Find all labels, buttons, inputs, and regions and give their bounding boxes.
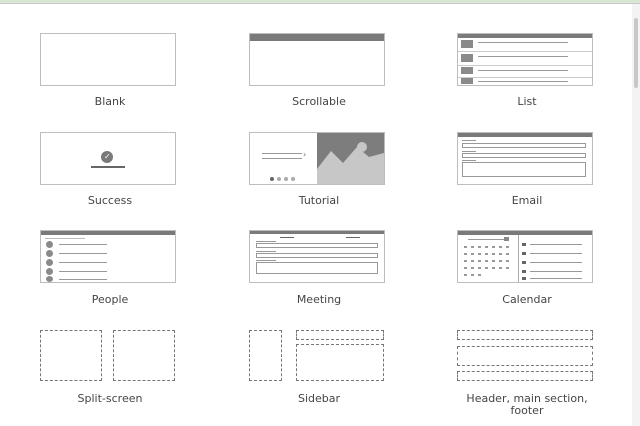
template-tile-calendar[interactable]: Calendar: [417, 220, 637, 320]
template-label: Scrollable: [292, 95, 346, 108]
template-tile-split-screen[interactable]: Split-screen: [0, 320, 220, 426]
template-label: List: [517, 95, 537, 108]
template-label: Calendar: [502, 293, 552, 306]
blank-template-icon: [40, 33, 176, 86]
template-tile-tutorial[interactable]: › Tutorial: [209, 120, 429, 220]
template-tile-meeting[interactable]: Meeting: [209, 220, 429, 320]
email-template-icon: [457, 132, 593, 185]
template-label: People: [91, 293, 129, 306]
template-tile-header-main-footer[interactable]: Header, main section, footer: [417, 320, 637, 426]
template-tile-email[interactable]: Email: [417, 120, 637, 220]
template-label: Success: [87, 194, 133, 207]
template-label: Meeting: [296, 293, 342, 306]
calendar-template-icon: [457, 230, 593, 283]
list-template-icon: [457, 33, 593, 86]
template-label: Tutorial: [298, 194, 340, 207]
template-tile-success[interactable]: ✓ Success: [0, 120, 220, 220]
success-template-icon: ✓: [40, 132, 176, 185]
template-label: Email: [511, 194, 543, 207]
tutorial-template-icon: ›: [249, 132, 385, 185]
template-label: Header, main section, footer: [466, 392, 588, 417]
people-template-icon: [40, 230, 176, 283]
template-label: Blank: [94, 95, 126, 108]
template-tile-blank[interactable]: Blank: [0, 0, 220, 112]
template-tile-list[interactable]: List: [417, 0, 637, 112]
template-tile-people[interactable]: People: [0, 220, 220, 320]
scrollable-template-icon: [249, 33, 385, 86]
template-tile-sidebar[interactable]: Sidebar: [209, 320, 429, 426]
meeting-template-icon: [249, 230, 385, 283]
template-label: Sidebar: [297, 392, 341, 405]
template-label: Split-screen: [77, 392, 143, 405]
template-tile-scrollable[interactable]: Scrollable: [209, 0, 429, 112]
